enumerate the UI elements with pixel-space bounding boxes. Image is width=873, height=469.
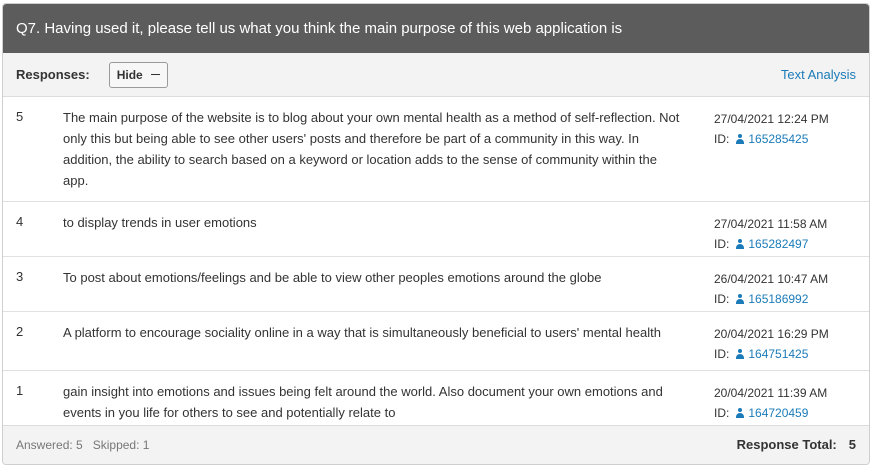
list-item: 3 To post about emotions/feelings and be… bbox=[3, 257, 869, 312]
response-datetime: 26/04/2021 10:47 AM bbox=[714, 272, 829, 286]
list-item: 5 The main purpose of the website is to … bbox=[3, 97, 869, 202]
user-icon bbox=[735, 294, 745, 304]
response-text: The main purpose of the website is to bl… bbox=[63, 110, 680, 188]
skipped-count: Skipped: 1 bbox=[92, 438, 150, 452]
question-title: Q7. Having used it, please tell us what … bbox=[3, 4, 869, 53]
respondent-id-link[interactable]: 164751425 bbox=[748, 344, 808, 364]
responses-label: Responses: bbox=[16, 67, 90, 82]
response-datetime: 20/04/2021 16:29 PM bbox=[714, 327, 829, 341]
response-number: 4 bbox=[16, 214, 24, 229]
response-meta: 26/04/2021 10:47 AM ID: 165186992 bbox=[714, 269, 828, 309]
response-number: 3 bbox=[16, 269, 24, 284]
id-label: ID: bbox=[714, 347, 730, 361]
answer-stats: Answered: 5 Skipped: 1 bbox=[16, 438, 149, 452]
text-analysis-link[interactable]: Text Analysis bbox=[781, 67, 856, 82]
response-text: to display trends in user emotions bbox=[63, 215, 257, 230]
user-icon bbox=[735, 349, 745, 359]
responses-toolbar: Responses: Hide Text Analysis bbox=[3, 53, 869, 97]
user-icon bbox=[735, 239, 745, 249]
question-panel: Q7. Having used it, please tell us what … bbox=[2, 3, 870, 465]
panel-footer: Answered: 5 Skipped: 1 Response Total: 5 bbox=[3, 425, 869, 464]
response-total-label: Response Total: bbox=[736, 437, 837, 452]
id-label: ID: bbox=[714, 292, 730, 306]
response-number: 1 bbox=[16, 383, 24, 398]
user-icon bbox=[735, 134, 745, 144]
response-text: To post about emotions/feelings and be a… bbox=[63, 270, 602, 285]
id-label: ID: bbox=[714, 132, 730, 146]
minus-icon bbox=[150, 73, 160, 76]
response-text: gain insight into emotions and issues be… bbox=[63, 384, 663, 420]
answered-count: Answered: 5 bbox=[16, 438, 83, 452]
response-meta: 27/04/2021 12:24 PM ID: 165285425 bbox=[714, 109, 829, 149]
list-item: 4 to display trends in user emotions 27/… bbox=[3, 202, 869, 257]
respondent-id-link[interactable]: 165186992 bbox=[748, 289, 808, 309]
hide-button-label: Hide bbox=[116, 67, 143, 82]
respondent-id-link[interactable]: 164720459 bbox=[748, 403, 808, 423]
response-meta: 20/04/2021 11:39 AM ID: 164720459 bbox=[714, 383, 827, 423]
respondent-id-link[interactable]: 165282497 bbox=[748, 234, 808, 254]
response-meta: 27/04/2021 11:58 AM ID: 165282497 bbox=[714, 214, 827, 254]
respondent-id-link[interactable]: 165285425 bbox=[748, 129, 808, 149]
response-datetime: 27/04/2021 11:58 AM bbox=[714, 217, 828, 231]
response-number: 5 bbox=[16, 109, 24, 124]
response-text: A platform to encourage sociality online… bbox=[63, 325, 661, 340]
response-datetime: 27/04/2021 12:24 PM bbox=[714, 112, 829, 126]
list-item: 2 A platform to encourage sociality onli… bbox=[3, 312, 869, 371]
response-total-value: 5 bbox=[848, 437, 856, 452]
response-datetime: 20/04/2021 11:39 AM bbox=[714, 386, 828, 400]
response-total: Response Total: 5 bbox=[737, 437, 856, 452]
hide-button[interactable]: Hide bbox=[108, 61, 168, 88]
id-label: ID: bbox=[714, 237, 730, 251]
response-meta: 20/04/2021 16:29 PM ID: 164751425 bbox=[714, 324, 829, 364]
response-number: 2 bbox=[16, 324, 24, 339]
id-label: ID: bbox=[714, 406, 730, 420]
user-icon bbox=[735, 408, 745, 418]
list-item: 1 gain insight into emotions and issues … bbox=[3, 371, 869, 429]
